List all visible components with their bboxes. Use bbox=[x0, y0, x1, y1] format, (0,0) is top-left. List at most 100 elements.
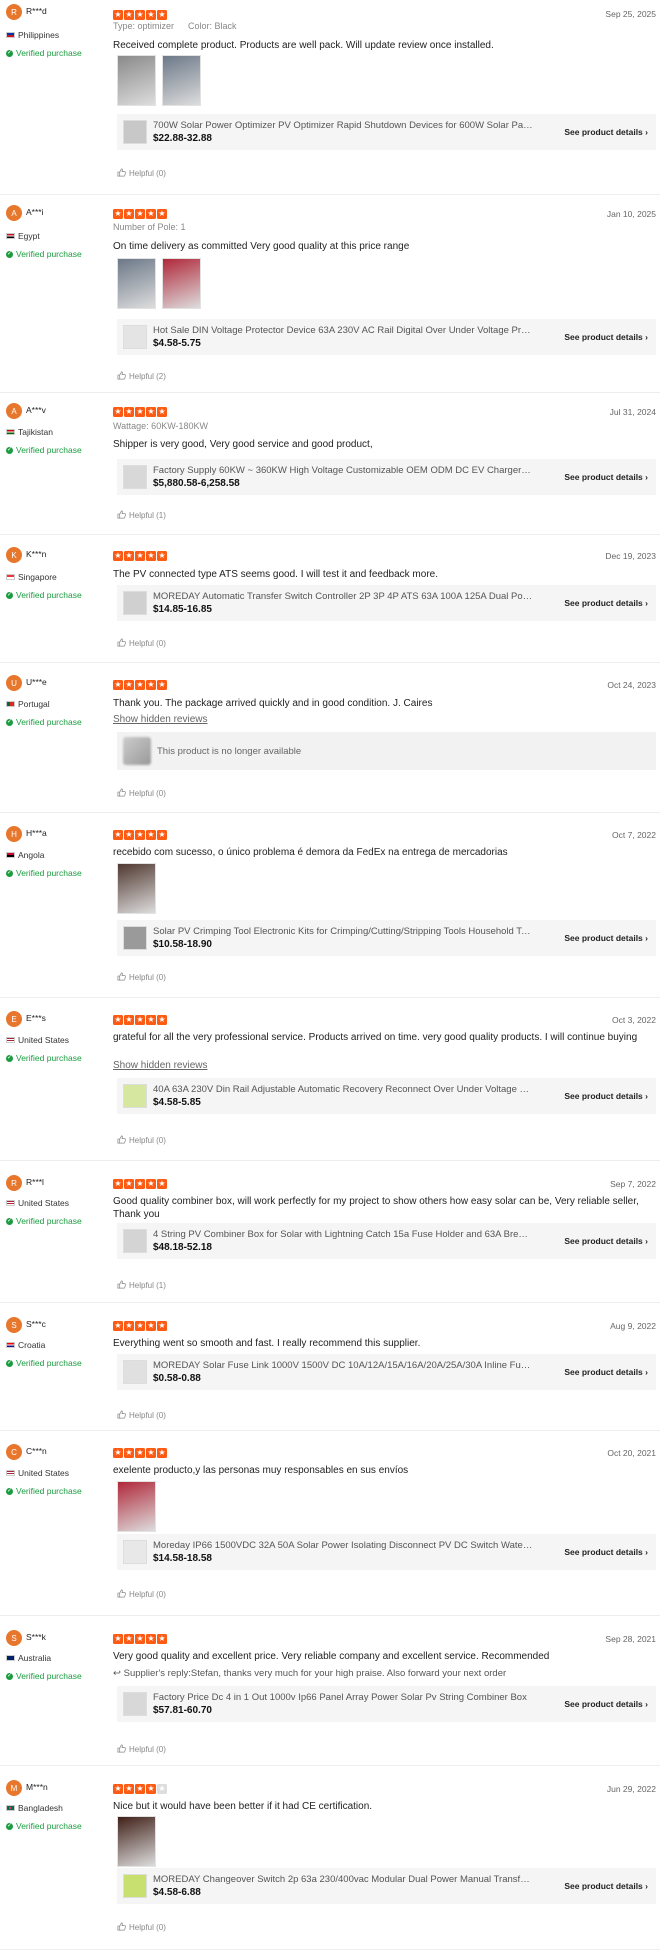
product-price: $57.81-60.70 bbox=[153, 1705, 212, 1716]
review-image-thumbnail[interactable] bbox=[117, 1481, 156, 1532]
see-product-details-link[interactable]: See product details › bbox=[564, 933, 648, 943]
product-thumbnail bbox=[123, 465, 147, 489]
product-info: Factory Supply 60KW ~ 360KW High Voltage… bbox=[153, 465, 564, 489]
helpful-button[interactable]: Helpful (2) bbox=[117, 371, 166, 382]
review-text: The PV connected type ATS seems good. I … bbox=[113, 569, 438, 580]
verified-purchase-badge: ✓ Verified purchase bbox=[6, 1486, 82, 1496]
product-card[interactable]: Moreday IP66 1500VDC 32A 50A Solar Power… bbox=[117, 1534, 656, 1570]
see-product-details-link[interactable]: See product details › bbox=[564, 127, 648, 137]
review-date: Oct 20, 2021 bbox=[607, 1448, 656, 1458]
thumbs-up-icon bbox=[117, 1135, 126, 1146]
helpful-button[interactable]: Helpful (0) bbox=[117, 1410, 166, 1421]
see-product-details-link[interactable]: See product details › bbox=[564, 1367, 648, 1377]
star-icon: ★ bbox=[157, 1179, 167, 1189]
product-info: MOREDAY Automatic Transfer Switch Contro… bbox=[153, 591, 564, 615]
chevron-right-icon: › bbox=[642, 1547, 648, 1557]
helpful-count: Helpful (0) bbox=[129, 1745, 166, 1754]
show-hidden-reviews-link[interactable]: Show hidden reviews bbox=[113, 1060, 208, 1071]
helpful-button[interactable]: Helpful (1) bbox=[117, 1280, 166, 1291]
review-date: Aug 9, 2022 bbox=[610, 1321, 656, 1331]
flag-icon bbox=[6, 701, 15, 707]
flag-icon bbox=[6, 32, 15, 38]
verified-label: Verified purchase bbox=[16, 1821, 82, 1831]
reviewer-name: A***i bbox=[26, 207, 44, 217]
star-icon: ★ bbox=[124, 830, 134, 840]
helpful-count: Helpful (1) bbox=[129, 1281, 166, 1290]
country-name: Singapore bbox=[18, 572, 57, 582]
helpful-button[interactable]: Helpful (0) bbox=[117, 788, 166, 799]
see-product-details-link[interactable]: See product details › bbox=[564, 1091, 648, 1101]
star-icon: ★ bbox=[113, 1015, 123, 1025]
flag-icon bbox=[6, 1037, 15, 1043]
product-title: 4 String PV Combiner Box for Solar with … bbox=[153, 1229, 533, 1240]
thumbs-up-icon bbox=[117, 1280, 126, 1291]
helpful-button[interactable]: Helpful (0) bbox=[117, 1744, 166, 1755]
helpful-count: Helpful (1) bbox=[129, 511, 166, 520]
star-icon: ★ bbox=[146, 209, 156, 219]
product-card[interactable]: Factory Price Dc 4 in 1 Out 1000v Ip66 P… bbox=[117, 1686, 656, 1722]
reviewer-country: Bangladesh bbox=[6, 1803, 63, 1813]
review-date: Oct 7, 2022 bbox=[612, 830, 656, 840]
see-product-details-link[interactable]: See product details › bbox=[564, 332, 648, 342]
reviewer-info: A A***i Egypt ✓ Verified purchase bbox=[0, 195, 113, 392]
flag-icon bbox=[6, 1200, 15, 1206]
helpful-count: Helpful (0) bbox=[129, 1590, 166, 1599]
review-image-thumbnail[interactable] bbox=[162, 55, 201, 106]
helpful-count: Helpful (0) bbox=[129, 789, 166, 798]
review-image-thumbnail[interactable] bbox=[117, 863, 156, 914]
helpful-button[interactable]: Helpful (0) bbox=[117, 168, 166, 179]
helpful-count: Helpful (2) bbox=[129, 372, 166, 381]
helpful-button[interactable]: Helpful (1) bbox=[117, 510, 166, 521]
check-circle-icon: ✓ bbox=[6, 250, 13, 258]
review-content: ★ ★ ★ ★ ★ Oct 24, 2023 Thank you. The package … bbox=[113, 663, 660, 812]
product-card[interactable]: Solar PV Crimping Tool Electronic Kits f… bbox=[117, 920, 656, 956]
helpful-button[interactable]: Helpful (0) bbox=[117, 1922, 166, 1933]
product-card[interactable]: 700W Solar Power Optimizer PV Optimizer … bbox=[117, 114, 656, 150]
helpful-button[interactable]: Helpful (0) bbox=[117, 1589, 166, 1600]
star-icon: ★ bbox=[135, 1321, 145, 1331]
reviewer-name: R***d bbox=[26, 6, 47, 16]
star-icon: ★ bbox=[146, 1015, 156, 1025]
star-rating: ★ ★ ★ ★ ★ bbox=[113, 1448, 167, 1458]
star-icon: ★ bbox=[113, 1784, 123, 1794]
chevron-right-icon: › bbox=[642, 933, 648, 943]
verified-purchase-badge: ✓ Verified purchase bbox=[6, 48, 82, 58]
product-card[interactable]: MOREDAY Solar Fuse Link 1000V 1500V DC 1… bbox=[117, 1354, 656, 1390]
helpful-button[interactable]: Helpful (0) bbox=[117, 638, 166, 649]
star-rating: ★ ★ ★ ★ ★ bbox=[113, 1784, 167, 1794]
product-card[interactable]: MOREDAY Automatic Transfer Switch Contro… bbox=[117, 585, 656, 621]
product-card[interactable]: Factory Supply 60KW ~ 360KW High Voltage… bbox=[117, 459, 656, 495]
product-price: $10.58-18.90 bbox=[153, 939, 212, 950]
helpful-button[interactable]: Helpful (0) bbox=[117, 1135, 166, 1146]
see-product-details-link[interactable]: See product details › bbox=[564, 1236, 648, 1246]
product-price: $4.58-6.88 bbox=[153, 1887, 201, 1898]
sku-attribute: Number of Pole: 1 bbox=[113, 222, 186, 232]
see-product-details-link[interactable]: See product details › bbox=[564, 1699, 648, 1709]
see-product-details-link[interactable]: See product details › bbox=[564, 472, 648, 482]
star-icon: ★ bbox=[146, 1448, 156, 1458]
see-details-label: See product details bbox=[564, 598, 643, 608]
flag-icon bbox=[6, 233, 15, 239]
review-image-thumbnail[interactable] bbox=[117, 1816, 156, 1867]
review-item: A A***v Tajikistan ✓ Verified purchase ★ ★ ★ ★ ★ J… bbox=[0, 393, 660, 535]
product-title: Moreday IP66 1500VDC 32A 50A Solar Power… bbox=[153, 1540, 533, 1551]
verified-purchase-badge: ✓ Verified purchase bbox=[6, 1053, 82, 1063]
see-product-details-link[interactable]: See product details › bbox=[564, 1881, 648, 1891]
verified-purchase-badge: ✓ Verified purchase bbox=[6, 1821, 82, 1831]
product-card[interactable]: Hot Sale DIN Voltage Protector Device 63… bbox=[117, 319, 656, 355]
helpful-button[interactable]: Helpful (0) bbox=[117, 972, 166, 983]
show-hidden-reviews-link[interactable]: Show hidden reviews bbox=[113, 714, 208, 725]
product-card[interactable]: 4 String PV Combiner Box for Solar with … bbox=[117, 1223, 656, 1259]
review-image-thumbnail[interactable] bbox=[117, 258, 156, 309]
review-image-thumbnail[interactable] bbox=[117, 55, 156, 106]
see-product-details-link[interactable]: See product details › bbox=[564, 598, 648, 608]
product-info: Solar PV Crimping Tool Electronic Kits f… bbox=[153, 926, 564, 950]
verified-purchase-badge: ✓ Verified purchase bbox=[6, 249, 82, 259]
review-image-thumbnail[interactable] bbox=[162, 258, 201, 309]
see-product-details-link[interactable]: See product details › bbox=[564, 1547, 648, 1557]
product-card[interactable]: MOREDAY Changeover Switch 2p 63a 230/400… bbox=[117, 1868, 656, 1904]
product-card[interactable]: 40A 63A 230V Din Rail Adjustable Automat… bbox=[117, 1078, 656, 1114]
star-rating: ★ ★ ★ ★ ★ bbox=[113, 680, 167, 690]
star-icon: ★ bbox=[135, 1179, 145, 1189]
avatar: A bbox=[6, 205, 22, 221]
